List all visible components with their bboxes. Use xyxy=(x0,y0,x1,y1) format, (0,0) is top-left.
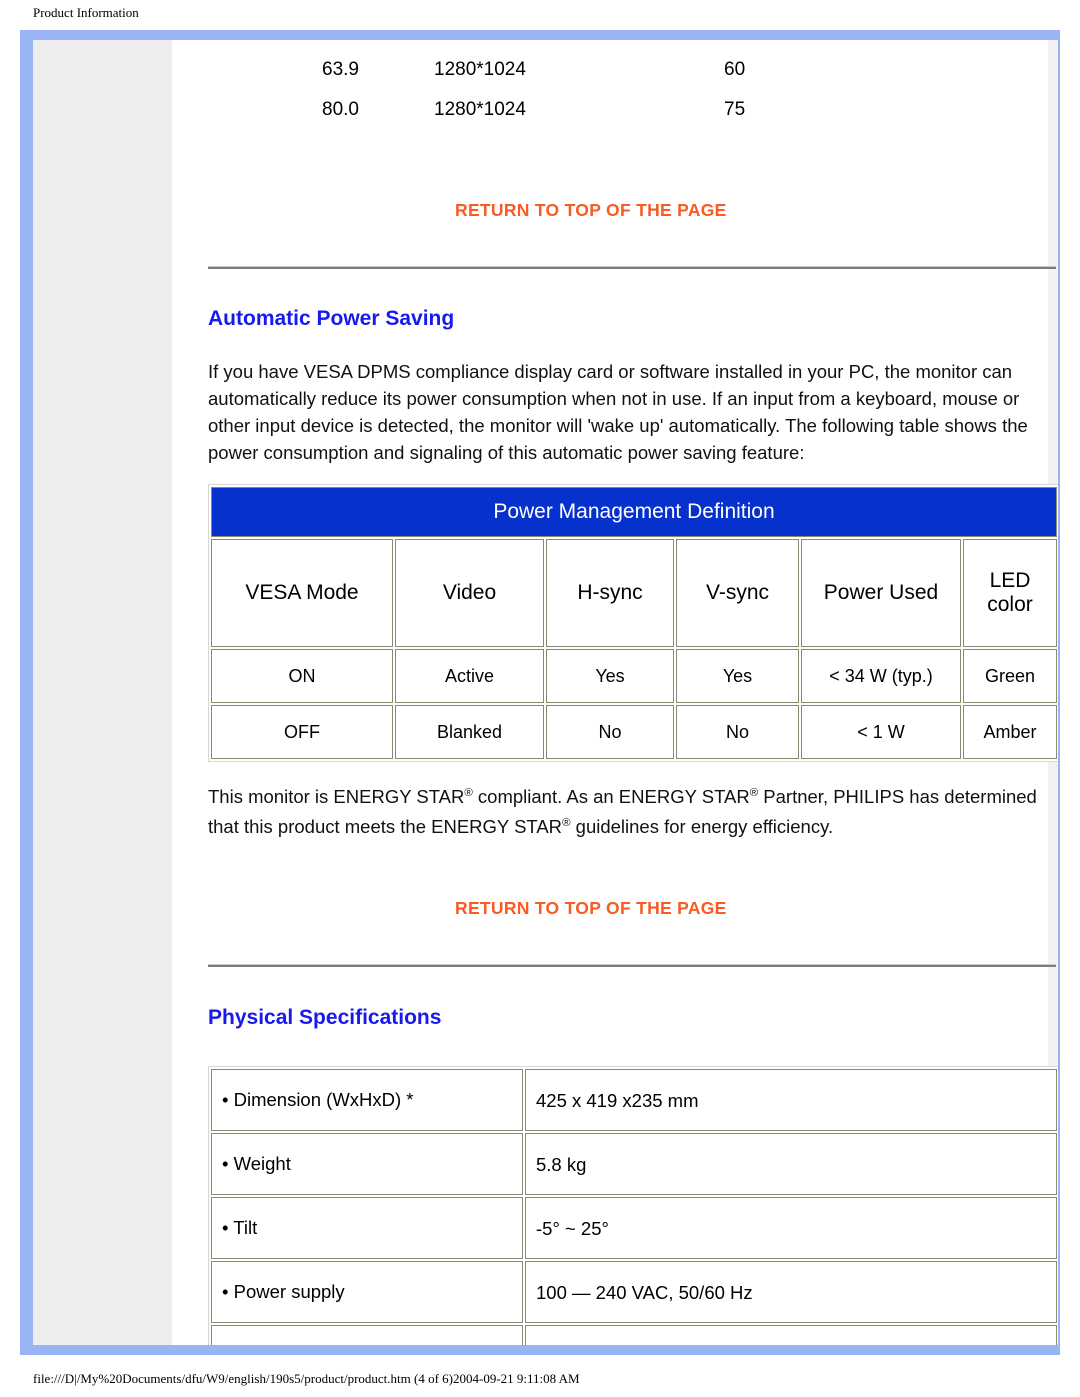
table-row: • Weight 5.8 kg xyxy=(211,1133,1057,1195)
spec-value-tilt: -5° ~ 25° xyxy=(525,1197,1057,1259)
page-frame: 63.9 1280*1024 60 80.0 1280*1024 75 RETU… xyxy=(20,30,1060,1355)
document-footer-path: file:///D|/My%20Documents/dfu/W9/english… xyxy=(33,1371,580,1386)
energy-star-text-1: This monitor is ENERGY STAR xyxy=(208,786,465,808)
cell-h-sync: Yes xyxy=(546,649,674,703)
cell-vesa-mode: OFF xyxy=(211,705,393,759)
spec-label-power-consumption: • Power consumption xyxy=(211,1325,523,1345)
timing-frequency-cell: 63.9 xyxy=(322,59,359,80)
column-header-h-sync: H-sync xyxy=(546,539,674,647)
return-to-top-link-2[interactable]: RETURN TO TOP OF THE PAGE xyxy=(455,898,727,919)
cell-led-color: Amber xyxy=(963,705,1057,759)
spec-value-power-consumption: 34 W* (typ.) xyxy=(525,1325,1057,1345)
spec-value-power-supply: 100 — 240 VAC, 50/60 Hz xyxy=(525,1261,1057,1323)
section-divider-2 xyxy=(208,964,1056,967)
table-row: 80.0 1280*1024 75 xyxy=(172,90,1048,130)
cell-power-used: < 34 W (typ.) xyxy=(801,649,961,703)
spec-label-tilt: • Tilt xyxy=(211,1197,523,1259)
page-header-title: Product Information xyxy=(33,5,139,20)
spec-value-dimension: 425 x 419 x235 mm xyxy=(525,1069,1057,1131)
energy-star-paragraph: This monitor is ENERGY STAR® compliant. … xyxy=(208,780,1058,840)
table-caption-row: Power Management Definition xyxy=(211,487,1057,537)
cell-video: Blanked xyxy=(395,705,544,759)
cell-led-color: Green xyxy=(963,649,1057,703)
physical-specifications-table: • Dimension (WxHxD) * 425 x 419 x235 mm … xyxy=(208,1066,1058,1345)
registered-mark-icon: ® xyxy=(562,817,571,830)
registered-mark-icon: ® xyxy=(749,787,759,799)
table-row: • Tilt -5° ~ 25° xyxy=(211,1197,1057,1259)
column-header-video: Video xyxy=(395,539,544,647)
physical-specifications-heading: Physical Specifications xyxy=(208,1006,442,1029)
timing-refresh-cell: 75 xyxy=(724,99,746,120)
power-management-table: Power Management Definition VESA Mode Vi… xyxy=(208,484,1058,762)
registered-mark-icon: ® xyxy=(464,787,473,799)
energy-star-text-5: guidelines for energy efficiency. xyxy=(570,816,834,838)
spec-label-dimension: • Dimension (WxHxD) * xyxy=(211,1069,523,1131)
table-row: 63.9 1280*1024 60 xyxy=(172,50,1048,90)
table-row: • Dimension (WxHxD) * 425 x 419 x235 mm xyxy=(211,1069,1057,1131)
cell-vesa-mode: ON xyxy=(211,649,393,703)
power-management-caption: Power Management Definition xyxy=(211,487,1057,537)
table-row: • Power consumption 34 W* (typ.) xyxy=(211,1325,1057,1345)
cell-v-sync: No xyxy=(676,705,799,759)
timing-refresh-cell: 60 xyxy=(724,59,746,80)
automatic-power-saving-heading: Automatic Power Saving xyxy=(208,307,455,330)
cell-h-sync: No xyxy=(546,705,674,759)
timing-table-continuation: 63.9 1280*1024 60 80.0 1280*1024 75 xyxy=(172,50,1048,130)
spec-label-weight: • Weight xyxy=(211,1133,523,1195)
spec-value-weight: 5.8 kg xyxy=(525,1133,1057,1195)
table-row: ON Active Yes Yes < 34 W (typ.) Green xyxy=(211,649,1057,703)
document-header-bar: Product Information xyxy=(0,0,1080,30)
column-header-led-color: LED color xyxy=(963,539,1057,647)
cell-power-used: < 1 W xyxy=(801,705,961,759)
table-header-row: VESA Mode Video H-sync V-sync Power Used… xyxy=(211,539,1057,647)
return-to-top-link-1[interactable]: RETURN TO TOP OF THE PAGE xyxy=(455,200,727,221)
cell-video: Active xyxy=(395,649,544,703)
return-to-top-link-2-wrapper: RETURN TO TOP OF THE PAGE xyxy=(455,898,727,919)
section-divider-1 xyxy=(208,266,1056,269)
energy-star-text-3: Partner, PHILIPS has xyxy=(758,786,945,808)
timing-resolution-cell: 1280*1024 xyxy=(434,99,526,120)
automatic-power-saving-paragraph: If you have VESA DPMS compliance display… xyxy=(208,361,1028,463)
table-row: • Power supply 100 — 240 VAC, 50/60 Hz xyxy=(211,1261,1057,1323)
spec-label-power-supply: • Power supply xyxy=(211,1261,523,1323)
column-header-power-used: Power Used xyxy=(801,539,961,647)
table-row: OFF Blanked No No < 1 W Amber xyxy=(211,705,1057,759)
timing-resolution-cell: 1280*1024 xyxy=(434,59,526,80)
main-content: 63.9 1280*1024 60 80.0 1280*1024 75 RETU… xyxy=(172,40,1058,1345)
left-sidebar-column xyxy=(33,40,172,1345)
column-header-v-sync: V-sync xyxy=(676,539,799,647)
cell-v-sync: Yes xyxy=(676,649,799,703)
page-body: 63.9 1280*1024 60 80.0 1280*1024 75 RETU… xyxy=(33,40,1058,1345)
column-header-vesa-mode: VESA Mode xyxy=(211,539,393,647)
timing-frequency-cell: 80.0 xyxy=(322,99,359,120)
energy-star-text-2: compliant. As an ENERGY STAR xyxy=(472,786,750,808)
return-to-top-link-1-wrapper: RETURN TO TOP OF THE PAGE xyxy=(455,200,727,221)
